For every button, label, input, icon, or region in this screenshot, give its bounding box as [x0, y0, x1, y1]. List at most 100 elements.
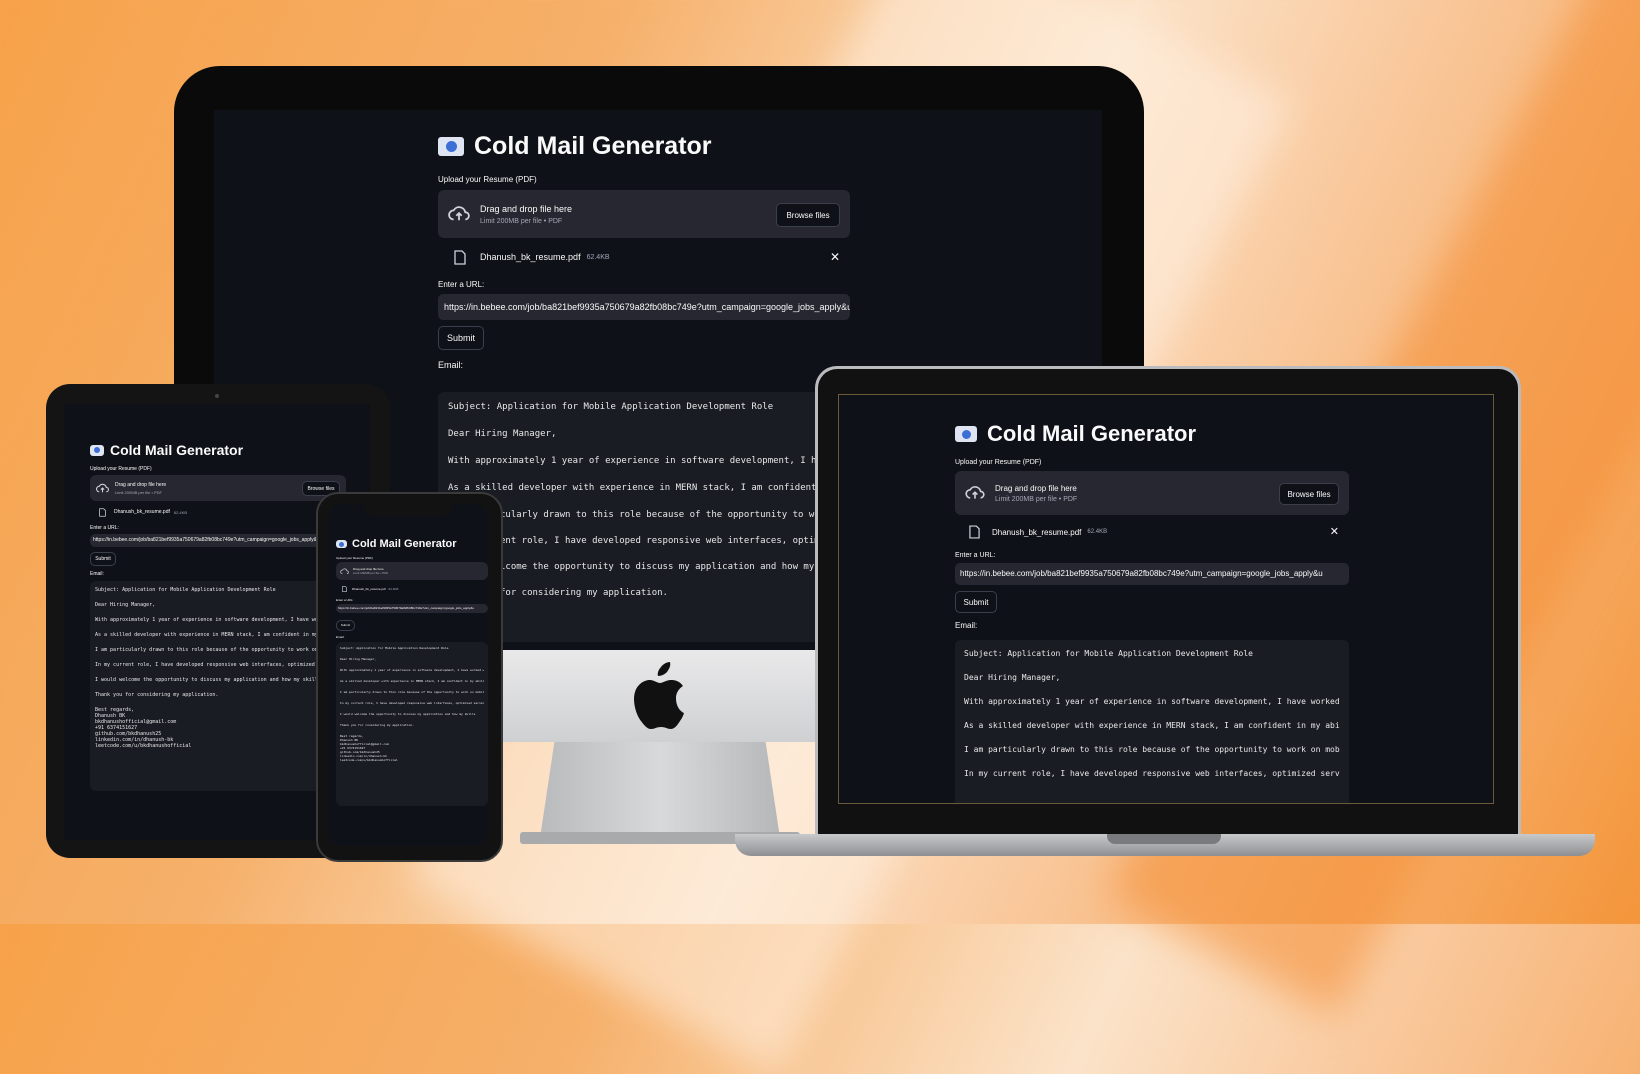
imac-stand	[540, 742, 780, 838]
browse-files-button[interactable]: Browse files	[1279, 483, 1339, 505]
envelope-icon	[438, 137, 464, 156]
page-title: Cold Mail Generator	[987, 421, 1197, 446]
url-label: Enter a URL:	[438, 280, 485, 289]
email-paragraph: Thank you for considering my application…	[340, 723, 415, 727]
email-paragraph: As a skilled developer with experience i…	[964, 721, 1340, 730]
upload-cloud-icon	[448, 206, 470, 221]
email-output: Subject: Application for Mobile Applicat…	[90, 581, 346, 791]
email-paragraph: I am particularly drawn to this role bec…	[964, 745, 1340, 754]
upload-cloud-icon	[965, 486, 985, 499]
apple-logo	[634, 662, 684, 729]
email-greeting: Dear Hiring Manager,	[340, 657, 377, 661]
close-icon[interactable]: ✕	[1330, 525, 1339, 538]
dropzone-limit: Limit 200MB per file • PDF	[115, 489, 162, 495]
email-paragraph: As a skilled developer with experience i…	[95, 632, 341, 638]
upload-label: Upload your Resume (PDF)	[90, 466, 152, 472]
email-paragraph: With approximately 1 year of experience …	[964, 697, 1340, 706]
upload-label: Upload your Resume (PDF)	[955, 459, 1042, 466]
email-paragraph: As a skilled developer with experience i…	[340, 679, 484, 683]
url-input[interactable]: https://in.bebee.com/job/ba821bef9935a75…	[336, 604, 488, 613]
email-paragraph: I am particularly drawn to this role bec…	[340, 690, 484, 694]
file-dropzone[interactable]: Drag and drop file here Limit 200MB per …	[438, 190, 850, 238]
file-icon	[99, 507, 106, 517]
email-paragraph: I would welcome the opportunity to discu…	[95, 677, 321, 683]
envelope-icon	[336, 540, 347, 548]
email-subject: Subject: Application for Mobile Applicat…	[340, 646, 449, 650]
uploaded-file-row: Dhanush_bk_resume.pdf 62.4KB	[336, 584, 488, 593]
envelope-icon	[90, 444, 104, 456]
file-name: Dhanush_bk_resume.pdf	[992, 527, 1082, 537]
file-icon	[342, 585, 347, 592]
email-subject: Subject: Application for Mobile Applicat…	[964, 649, 1253, 658]
email-paragraph: In my current role, I have developed res…	[964, 769, 1340, 778]
phone-screen: Cold Mail Generator Upload your Resume (…	[328, 504, 488, 846]
dropzone-title: Drag and drop file here	[115, 481, 167, 488]
email-subject: Subject: Application for Mobile Applicat…	[95, 587, 276, 593]
file-size: 62.4KB	[388, 586, 399, 591]
file-dropzone[interactable]: Drag and drop file here Limit 200MB per …	[90, 475, 346, 501]
email-greeting: Dear Hiring Manager,	[448, 429, 557, 439]
email-paragraph: As a skilled developer with experience i…	[448, 483, 833, 493]
email-output: Subject: Application for Mobile Applicat…	[336, 642, 488, 806]
email-paragraph: With approximately 1 year of experience …	[95, 617, 341, 623]
dropzone-limit: Limit 200MB per file • PDF	[353, 571, 389, 575]
upload-cloud-icon	[340, 567, 349, 574]
file-dropzone[interactable]: Drag and drop file here Limit 200MB per …	[336, 562, 488, 580]
email-paragraph: for considering my application.	[500, 588, 668, 598]
file-dropzone[interactable]: Drag and drop file here Limit 200MB per …	[955, 471, 1349, 515]
email-paragraph: cularly drawn to this role because of th…	[500, 510, 818, 520]
email-paragraph: In my current role, I have developed res…	[340, 701, 484, 705]
url-label: Enter a URL:	[336, 598, 354, 602]
uploaded-file-row: Dhanush_bk_resume.pdf 62.4KB ✕	[955, 522, 1349, 542]
email-subject: Subject: Application for Mobile Applicat…	[448, 402, 774, 412]
phone-notch	[365, 500, 451, 516]
upload-label: Upload your Resume (PDF)	[438, 175, 537, 184]
envelope-icon	[955, 426, 977, 442]
dropzone-title: Drag and drop file here	[995, 483, 1077, 493]
url-label: Enter a URL:	[955, 552, 996, 559]
uploaded-file-row: Dhanush_bk_resume.pdf 62.4KB	[90, 506, 346, 518]
submit-button[interactable]: Submit	[955, 591, 997, 613]
upload-cloud-icon	[96, 483, 109, 492]
email-paragraph: Thank you for considering my application…	[95, 692, 219, 698]
email-paragraph: ent role, I have developed responsive we…	[500, 536, 818, 546]
submit-button[interactable]: Submit	[336, 619, 355, 631]
laptop-screen: Cold Mail Generator Upload your Resume (…	[838, 394, 1494, 804]
upload-label: Upload your Resume (PDF)	[336, 556, 374, 560]
submit-button[interactable]: Submit	[90, 552, 116, 566]
submit-button[interactable]: Submit	[438, 326, 484, 350]
email-signature: leetcode.com/u/bkdhanushofficial	[95, 743, 192, 749]
file-name: Dhanush_bk_resume.pdf	[480, 252, 581, 262]
page-title: Cold Mail Generator	[352, 538, 457, 550]
email-greeting: Dear Hiring Manager,	[964, 673, 1061, 682]
file-size: 62.4KB	[173, 509, 187, 515]
file-icon	[969, 525, 980, 539]
file-size: 62.4KB	[1087, 529, 1108, 535]
file-name: Dhanush_bk_resume.pdf	[114, 509, 170, 515]
file-icon	[454, 249, 466, 265]
dropzone-limit: Limit 200MB per file • PDF	[480, 217, 563, 225]
tablet-camera	[215, 394, 219, 398]
email-greeting: Dear Hiring Manager,	[95, 602, 156, 608]
email-label: Email:	[90, 571, 104, 577]
browse-files-button[interactable]: Browse files	[776, 203, 840, 227]
email-label: Email:	[438, 360, 464, 370]
email-paragraph: With approximately 1 year of experience …	[340, 668, 484, 672]
email-paragraph: With approximately 1 year of experience …	[448, 456, 833, 466]
email-paragraph: In my current role, I have developed res…	[95, 662, 341, 668]
close-icon[interactable]: ✕	[830, 250, 840, 264]
url-label: Enter a URL:	[90, 525, 119, 531]
file-name: Dhanush_bk_resume.pdf	[352, 586, 386, 591]
dropzone-title: Drag and drop file here	[480, 203, 573, 214]
uploaded-file-row: Dhanush_bk_resume.pdf 62.4KB ✕	[438, 246, 850, 268]
url-input[interactable]: https://in.bebee.com/job/ba821bef9935a75…	[955, 563, 1349, 585]
url-input[interactable]: https://in.bebee.com/job/ba821bef9935a75…	[438, 294, 850, 320]
page-title: Cold Mail Generator	[110, 442, 244, 458]
url-input[interactable]: https://in.bebee.com/job/ba821bef9935a75…	[90, 534, 346, 547]
email-output: Subject: Application for Mobile Applicat…	[955, 640, 1349, 803]
laptop-notch	[1107, 834, 1221, 844]
title-row: Cold Mail Generator	[438, 132, 850, 161]
email-paragraph: lcome the opportunity to discuss my appl…	[500, 562, 818, 572]
file-size: 62.4KB	[586, 253, 610, 261]
email-label: Email:	[955, 621, 978, 630]
